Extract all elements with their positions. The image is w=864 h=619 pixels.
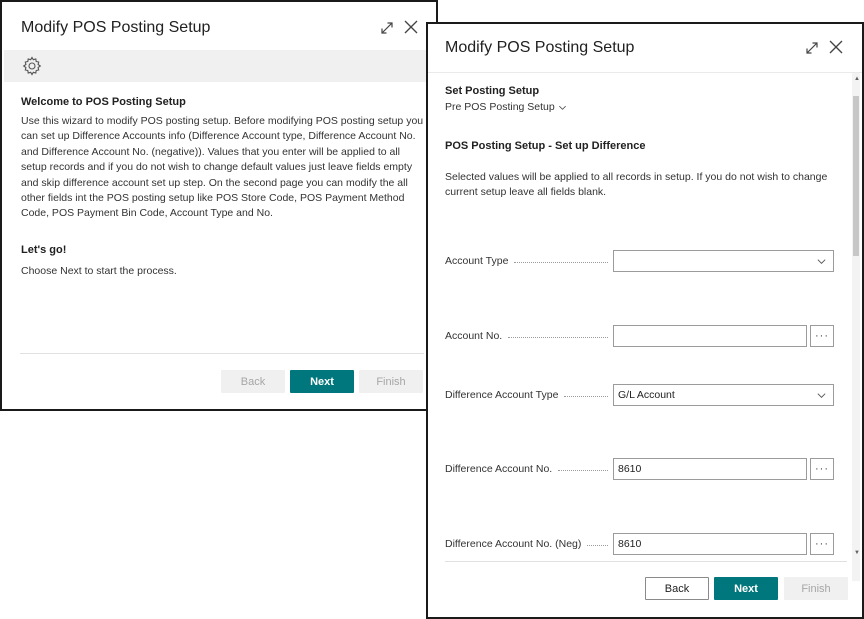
scrollbar-thumb[interactable]	[853, 96, 859, 256]
letsgo-heading: Let's go!	[21, 244, 67, 256]
chevron-down-icon	[558, 103, 567, 112]
back-button[interactable]: Back	[645, 577, 709, 600]
divider	[445, 561, 847, 562]
scroll-up-icon[interactable]: ▲	[854, 76, 860, 82]
finish-button[interactable]: Finish	[784, 577, 848, 600]
expand-icon[interactable]	[804, 40, 820, 56]
pre-posting-setup-menu[interactable]: Pre POS Posting Setup	[445, 101, 567, 113]
dialog-title: Modify POS Posting Setup	[21, 19, 211, 36]
close-icon[interactable]	[828, 39, 844, 55]
diff-account-no-input[interactable]: 8610	[613, 458, 807, 480]
account-no-input[interactable]	[613, 325, 807, 347]
letsgo-text: Choose Next to start the process.	[21, 265, 177, 277]
diff-account-no-neg-lookup-button[interactable]: ···	[810, 533, 834, 555]
diff-account-type-select[interactable]: G/L Account	[613, 384, 834, 406]
difference-setup-dialog: Modify POS Posting Setup ▲ ▼ Set Posting…	[426, 22, 864, 619]
dialog-title: Modify POS Posting Setup	[445, 39, 635, 56]
diff-account-no-label: Difference Account No.	[445, 463, 608, 475]
finish-button[interactable]: Finish	[359, 370, 423, 393]
welcome-heading: Welcome to POS Posting Setup	[21, 96, 186, 108]
account-type-label: Account Type	[445, 255, 608, 267]
next-button[interactable]: Next	[290, 370, 354, 393]
diff-account-no-neg-input[interactable]: 8610	[613, 533, 807, 555]
header-divider	[428, 72, 862, 73]
back-button[interactable]: Back	[221, 370, 285, 393]
set-posting-heading: Set Posting Setup	[445, 85, 540, 97]
diff-account-type-label: Difference Account Type	[445, 389, 608, 401]
diff-account-no-lookup-button[interactable]: ···	[810, 458, 834, 480]
action-band	[4, 50, 436, 82]
chevron-down-icon	[816, 390, 827, 401]
welcome-text: Use this wizard to modify POS posting se…	[21, 115, 424, 220]
next-button[interactable]: Next	[714, 577, 778, 600]
divider	[20, 353, 424, 354]
diff-account-type-value: G/L Account	[618, 389, 675, 401]
expand-icon[interactable]	[379, 20, 395, 36]
scroll-down-icon[interactable]: ▼	[854, 550, 860, 556]
diff-account-no-neg-label: Difference Account No. (Neg)	[445, 538, 608, 550]
account-no-lookup-button[interactable]: ···	[810, 325, 834, 347]
welcome-dialog: Modify POS Posting Setup Welcome to POS …	[0, 0, 438, 411]
account-no-label: Account No.	[445, 330, 608, 342]
gear-icon[interactable]	[22, 56, 42, 76]
account-type-select[interactable]	[613, 250, 834, 272]
pre-posting-setup-label: Pre POS Posting Setup	[445, 101, 555, 113]
close-icon[interactable]	[403, 19, 419, 35]
difference-text: Selected values will be applied to all r…	[445, 171, 828, 199]
difference-heading: POS Posting Setup - Set up Difference	[445, 140, 646, 152]
chevron-down-icon	[816, 256, 827, 267]
